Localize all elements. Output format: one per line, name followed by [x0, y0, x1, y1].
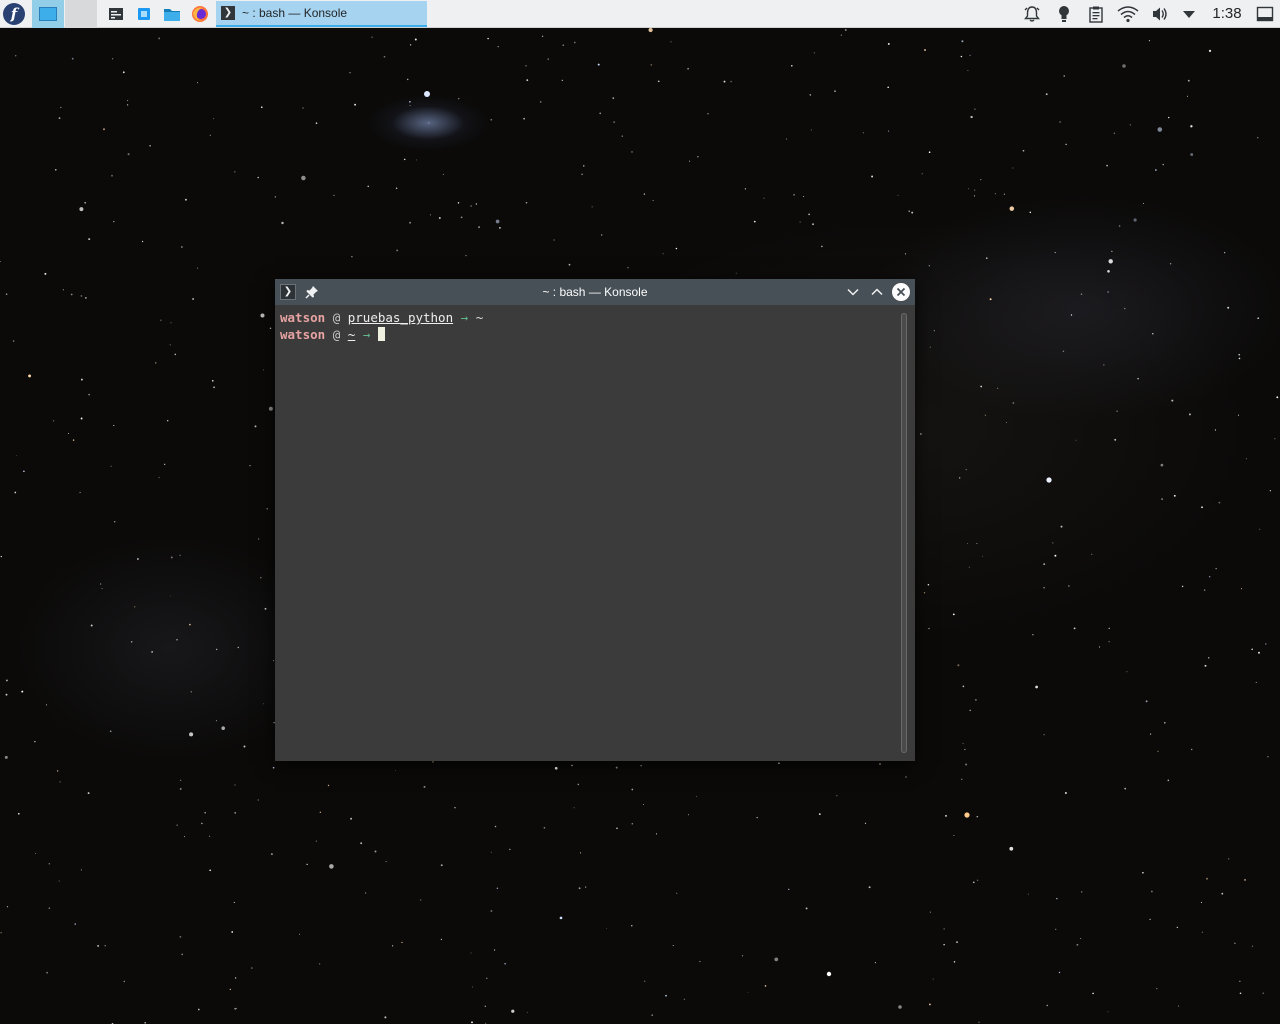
virtual-desktop-2[interactable]	[65, 0, 97, 28]
show-desktop-icon	[1256, 6, 1274, 22]
top-panel: f ❯ ~ : bash — Konsole 1:38	[0, 0, 1280, 28]
window-titlebar[interactable]: ❯ ~ : bash — Konsole	[275, 279, 915, 305]
dolphin-folder-icon	[164, 9, 180, 21]
fedora-logo-icon: f	[3, 3, 25, 25]
system-settings-icon	[109, 8, 123, 20]
pin-icon	[305, 286, 318, 299]
prompt-user: watson	[280, 310, 326, 325]
window-title: ~ : bash — Konsole	[542, 285, 648, 299]
tray-volume[interactable]	[1150, 0, 1170, 28]
clipboard-icon	[1089, 6, 1103, 23]
maximize-icon	[871, 288, 883, 296]
firefox-icon	[192, 6, 208, 22]
close-icon	[892, 283, 910, 301]
wifi-icon	[1117, 6, 1139, 23]
maximize-button[interactable]	[867, 282, 887, 302]
virtual-desktop-1[interactable]	[32, 0, 64, 28]
taskbar-item-konsole[interactable]: ❯ ~ : bash — Konsole	[216, 1, 427, 27]
text-cursor	[377, 327, 385, 341]
prompt-at: @	[332, 310, 341, 325]
prompt-arrow: →	[460, 310, 469, 325]
expand-tray-arrow-icon	[1183, 11, 1195, 18]
tray-network[interactable]	[1116, 0, 1140, 28]
prompt-cwd: ~	[475, 310, 484, 325]
virtual-desktop-1-icon	[39, 7, 57, 21]
notifications-bell-icon	[1024, 6, 1040, 22]
quick-launch-settings[interactable]	[104, 0, 128, 28]
konsole-icon[interactable]: ❯	[280, 284, 296, 300]
quick-launch-dolphin[interactable]	[160, 0, 184, 28]
tray-notifications[interactable]	[1021, 0, 1043, 28]
terminal-area[interactable]: watson @ pruebas_python → ~ watson @ ~ →	[275, 305, 915, 761]
tray-expand-button[interactable]	[1180, 0, 1198, 28]
application-launcher[interactable]: f	[2, 0, 26, 28]
quick-launch-discover[interactable]	[132, 0, 156, 28]
prompt-at: @	[332, 327, 341, 342]
volume-icon	[1153, 7, 1167, 21]
terminal-line: watson @ ~ →	[280, 326, 385, 343]
pin-button[interactable]	[304, 284, 320, 300]
tray-keep-awake[interactable]	[1054, 0, 1074, 28]
taskbar-item-label: ~ : bash — Konsole	[242, 6, 348, 20]
prompt-host: pruebas_python	[347, 310, 454, 325]
keep-awake-bulb-icon	[1059, 6, 1069, 22]
prompt-host: ~	[347, 327, 356, 342]
discover-icon	[138, 8, 150, 20]
tray-clipboard[interactable]	[1086, 0, 1106, 28]
prompt-arrow: →	[362, 327, 371, 342]
prompt-user: watson	[280, 327, 326, 342]
konsole-icon: ❯	[221, 6, 235, 20]
close-button[interactable]	[891, 282, 911, 302]
terminal-line: watson @ pruebas_python → ~	[280, 309, 483, 326]
konsole-window: ❯ ~ : bash — Konsole watson @ pruebas_py…	[275, 279, 915, 761]
quick-launch-firefox[interactable]	[187, 0, 213, 28]
digital-clock[interactable]: 1:38	[1206, 0, 1248, 28]
minimize-icon	[847, 288, 859, 296]
minimize-button[interactable]	[843, 282, 863, 302]
show-desktop-button[interactable]	[1254, 0, 1276, 28]
terminal-scrollbar[interactable]	[901, 313, 907, 753]
